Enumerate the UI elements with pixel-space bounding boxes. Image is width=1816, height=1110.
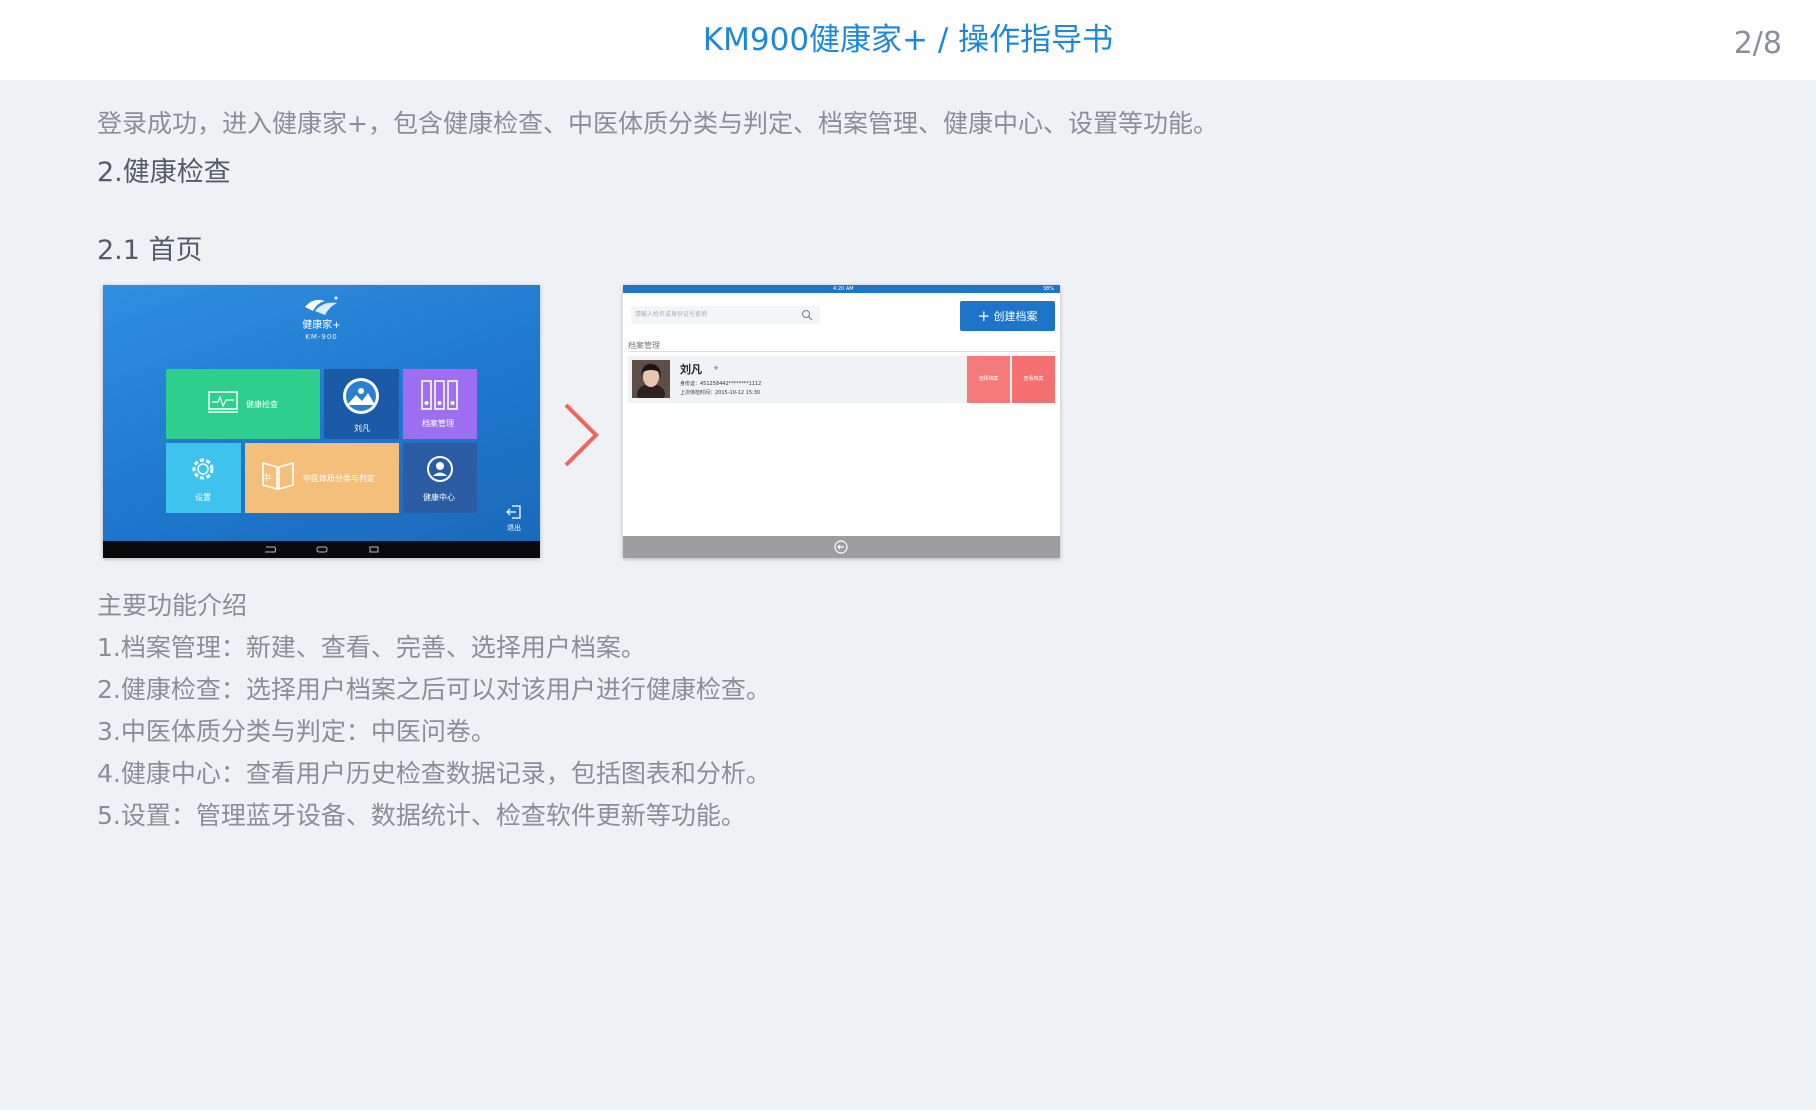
- record-last-check: 上次体检时间：2015-10-12 15:30: [680, 390, 761, 396]
- create-archive-label: 创建档案: [993, 310, 1038, 323]
- function-item: 2.健康检查：选择用户档案之后可以对该用户进行健康检查。: [97, 675, 771, 704]
- function-item: 3.中医体质分类与判定：中医问卷。: [97, 717, 496, 746]
- nav-recent-icon[interactable]: [367, 545, 381, 554]
- app-name: 健康家+: [302, 320, 341, 331]
- page-number: 2/8: [1733, 26, 1782, 61]
- tile-health-check[interactable]: 健康检查: [166, 369, 320, 439]
- tile-health-center-label: 健康中心: [423, 493, 455, 502]
- functions-title: 主要功能介绍: [97, 591, 248, 620]
- binders-icon: [421, 380, 458, 410]
- tile-settings-label: 设置: [195, 493, 211, 502]
- plus-icon: +: [977, 307, 991, 325]
- functions-list: 主要功能介绍 1.档案管理：新建、查看、完善、选择用户档案。 2.健康检查：选择…: [97, 585, 771, 837]
- status-time: 4:20 AM: [833, 286, 854, 292]
- home-screen-screenshot: 健康家+ KM-900 健康检查 刘凡 档案管理 设置 中 中医体质分类与判定 …: [103, 285, 540, 558]
- function-item: 4.健康中心：查看用户历史检查数据记录，包括图表和分析。: [97, 759, 771, 788]
- app-logo-icon: [305, 296, 338, 315]
- gear-icon: [192, 458, 214, 480]
- person-circle-icon: [427, 456, 453, 482]
- nav-home-icon[interactable]: [315, 545, 329, 554]
- divider: [628, 351, 1055, 352]
- create-archive-button[interactable]: + 创建档案: [960, 301, 1055, 331]
- status-bar: 4:20 AM 38%: [623, 285, 1060, 293]
- back-circle-icon[interactable]: [834, 540, 848, 554]
- tile-archive-label: 档案管理: [422, 419, 454, 428]
- chevron-right-icon: [564, 403, 599, 467]
- user-avatar-icon: [343, 378, 379, 414]
- exit-label: 退出: [507, 524, 521, 532]
- tile-user[interactable]: 刘凡: [324, 369, 399, 439]
- tile-tcm[interactable]: 中 中医体质分类与判定: [245, 443, 399, 513]
- tile-archive[interactable]: 档案管理: [403, 369, 477, 439]
- archive-record-row[interactable]: 刘凡 ★ 身份证：451258442********1112 上次体检时间：20…: [628, 356, 1055, 403]
- book-icon: 中: [262, 461, 294, 491]
- monitor-icon: [208, 391, 238, 413]
- record-name: 刘凡: [680, 363, 702, 376]
- tile-settings[interactable]: 设置: [166, 443, 241, 513]
- tile-user-label: 刘凡: [354, 424, 370, 433]
- subsection-heading: 2.1 首页: [97, 235, 203, 266]
- nav-back-icon[interactable]: [263, 545, 277, 554]
- view-archive-button[interactable]: 查看档案: [1012, 356, 1055, 403]
- search-icon[interactable]: [801, 309, 813, 321]
- page-header: KM900健康家+ / 操作指导书 2/8: [0, 0, 1816, 80]
- archive-screen-screenshot: 4:20 AM 38% 请输入姓名或身份证号查询 + 创建档案 档案管理 刘凡 …: [623, 285, 1060, 558]
- search-input[interactable]: 请输入姓名或身份证号查询: [631, 306, 820, 324]
- tile-health-check-label: 健康检查: [246, 400, 278, 409]
- intro-text: 登录成功，进入健康家+，包含健康检查、中医体质分类与判定、档案管理、健康中心、设…: [97, 109, 1218, 138]
- bottom-bar: [623, 536, 1060, 558]
- function-item: 1.档案管理：新建、查看、完善、选择用户档案。: [97, 633, 646, 662]
- tile-health-center[interactable]: 健康中心: [403, 443, 477, 513]
- exit-icon[interactable]: [506, 504, 522, 520]
- document-title: KM900健康家+ / 操作指导书: [702, 22, 1114, 58]
- android-nav-bar: [103, 541, 540, 558]
- app-model: KM-900: [305, 333, 338, 341]
- section-heading: 2.健康检查: [97, 157, 231, 188]
- tile-tcm-label: 中医体质分类与判定: [303, 474, 375, 483]
- svg-text:中: 中: [262, 472, 271, 484]
- archive-section-label: 档案管理: [628, 341, 660, 350]
- select-archive-button[interactable]: 选择档案: [967, 356, 1010, 403]
- avatar: [632, 360, 670, 398]
- star-icon[interactable]: ★: [713, 364, 719, 372]
- status-battery: 38%: [1042, 286, 1054, 292]
- record-id: 身份证：451258442********1112: [680, 381, 762, 387]
- function-item: 5.设置：管理蓝牙设备、数据统计、检查软件更新等功能。: [97, 801, 746, 830]
- search-placeholder: 请输入姓名或身份证号查询: [635, 311, 708, 318]
